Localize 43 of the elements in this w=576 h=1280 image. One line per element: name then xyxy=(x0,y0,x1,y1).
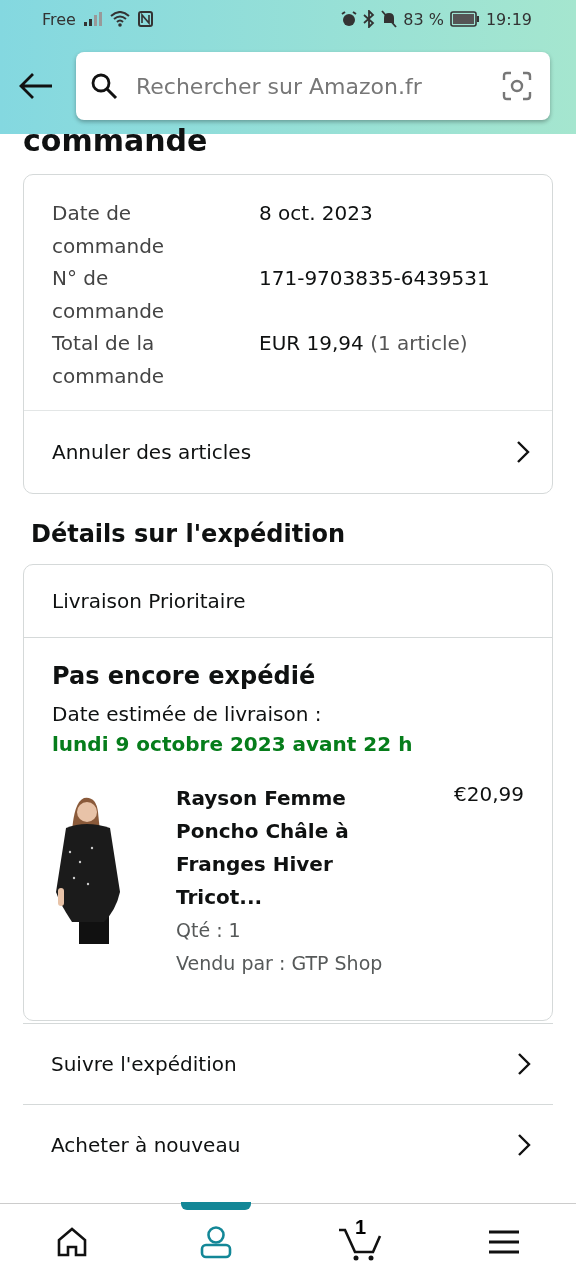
quantity-label: Qté : 1 xyxy=(176,918,242,943)
menu-icon xyxy=(489,1230,519,1254)
clock-time: 19:19 xyxy=(485,9,532,29)
page-heading: commande xyxy=(23,126,209,160)
bluetooth-icon xyxy=(363,10,376,28)
section-heading: Détails sur l'expédition xyxy=(31,520,346,548)
search-bar[interactable]: Rechercher sur Amazon.fr xyxy=(76,52,550,120)
field-label: Total de la commande xyxy=(52,330,166,390)
delivery-date: lundi 9 octobre 2023 avant 22 h xyxy=(52,732,414,756)
cart-count: 1 xyxy=(355,1216,367,1239)
seller-label: Vendu par : GTP Shop xyxy=(176,951,384,976)
delivery-estimate-label: Date estimée de livraison : xyxy=(52,702,323,726)
product-price: €20,99 xyxy=(454,782,524,808)
home-icon xyxy=(56,1227,88,1257)
field-value: EUR 19,94 xyxy=(259,331,364,355)
action-link[interactable]: Suivre l'expédition xyxy=(23,1023,553,1104)
search-field[interactable]: Rechercher sur Amazon.fr xyxy=(134,72,486,100)
delivery-method: Livraison Prioritaire xyxy=(24,565,552,638)
battery-percent: 83 % xyxy=(403,9,444,29)
shipment-status: Pas encore expédié xyxy=(52,662,317,690)
alarm-icon xyxy=(341,11,358,27)
nav-tab[interactable]: 1 xyxy=(288,1204,432,1280)
item-count-note: (1 article) xyxy=(370,331,468,355)
search-icon xyxy=(90,72,118,100)
chevron-right-icon xyxy=(517,1052,531,1076)
muted-bell-icon xyxy=(381,10,398,28)
battery-icon xyxy=(449,11,480,27)
field-value: 8 oct. 2023 xyxy=(259,201,373,225)
field-label: N° de commande xyxy=(52,265,166,325)
field-label: Date de commande xyxy=(52,200,166,260)
field-value: 171-9703835-6439531 xyxy=(259,266,490,290)
product-title[interactable]: Rayson Femme Poncho Châle à Franges Hiver Tricot... xyxy=(176,782,396,914)
nfc-icon xyxy=(137,11,153,27)
person-icon xyxy=(199,1225,233,1259)
chevron-right-icon xyxy=(517,1133,531,1157)
back-arrow-icon[interactable] xyxy=(18,71,54,101)
signal-icon xyxy=(83,12,102,26)
chevron-right-icon xyxy=(516,440,530,464)
action-link[interactable]: Acheter à nouveau xyxy=(23,1104,553,1185)
cancel-items-link[interactable]: Annuler des articles xyxy=(24,410,552,493)
carrier-label: Free xyxy=(42,9,76,29)
camera-icon[interactable] xyxy=(502,71,532,101)
wifi-icon xyxy=(109,11,130,27)
